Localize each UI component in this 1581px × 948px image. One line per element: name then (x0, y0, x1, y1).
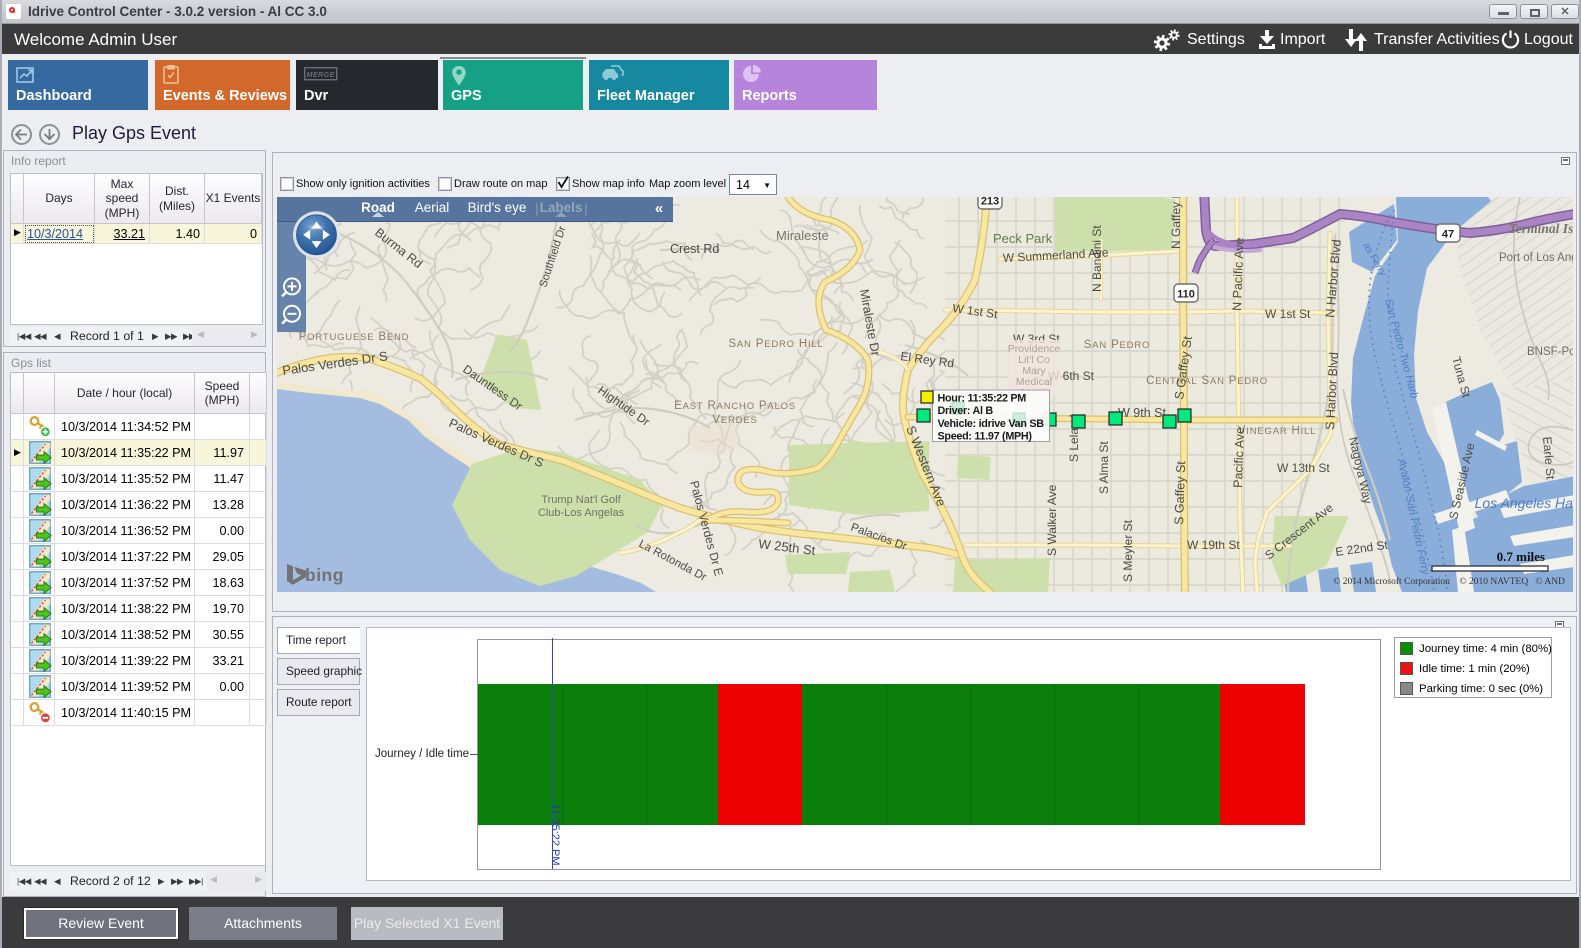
svg-text:VERDES: VERDES (712, 414, 757, 426)
svg-text:N Bandini St: N Bandini St (1090, 225, 1104, 292)
svg-text:213: 213 (981, 197, 999, 208)
svg-text:CENTRAL SAN PEDRO: CENTRAL SAN PEDRO (1146, 375, 1268, 387)
svg-text:Terminal Isl: Terminal Isl (1509, 221, 1573, 236)
svg-text:|: | (584, 201, 587, 216)
svg-text:47: 47 (1442, 229, 1454, 241)
svg-text:W 13th St: W 13th St (1277, 461, 1330, 475)
svg-text:Trump Nat'l Golf: Trump Nat'l Golf (541, 494, 621, 506)
svg-text:N Pacific Ave: N Pacific Ave (1230, 237, 1247, 311)
svg-text:SAN PEDRO HILL: SAN PEDRO HILL (728, 338, 823, 350)
svg-text:Bird's eye: Bird's eye (468, 200, 527, 215)
svg-text:Vehicle: idrive Van SB: Vehicle: idrive Van SB (938, 418, 1045, 430)
svg-text:bing: bing (305, 565, 344, 585)
svg-text:S Gaffey St: S Gaffey St (1172, 460, 1188, 525)
svg-text:Driver: Al B: Driver: Al B (938, 405, 994, 417)
svg-text:Hour: 11:35:22 PM: Hour: 11:35:22 PM (938, 393, 1027, 405)
svg-text:W 19th St: W 19th St (1187, 538, 1240, 552)
svg-text:Port of Los Angel: Port of Los Angel (1499, 252, 1573, 264)
svg-text:S Alma St: S Alma St (1097, 441, 1111, 494)
svg-text:W 1st St: W 1st St (1265, 307, 1311, 321)
svg-text:Peck Park: Peck Park (993, 231, 1053, 246)
svg-text:VINEGAR HILL: VINEGAR HILL (1238, 425, 1316, 437)
svg-text:S Walker Ave: S Walker Ave (1045, 484, 1059, 556)
svg-text:W 9th St: W 9th St (1118, 406, 1166, 420)
svg-text:N Gaffey Pl: N Gaffey Pl (1169, 197, 1183, 249)
svg-text:Aerial: Aerial (415, 200, 450, 215)
svg-text:© 2014 Microsoft Corporation: © 2014 Microsoft Corporation © 2010 NAVT… (1333, 576, 1565, 587)
svg-text:SAN PEDRO: SAN PEDRO (1084, 339, 1150, 351)
svg-text:EAST RANCHO PALOS: EAST RANCHO PALOS (674, 400, 796, 412)
svg-text:S Meyler St: S Meyler St (1121, 519, 1135, 582)
svg-text:|: | (535, 201, 538, 216)
svg-text:110: 110 (1177, 289, 1195, 301)
svg-text:Los Angeles Harb: Los Angeles Harb (1475, 495, 1573, 511)
svg-text:Pacific Ave: Pacific Ave (1231, 427, 1247, 488)
svg-text:Miraleste: Miraleste (776, 228, 829, 243)
svg-text:0.7 miles: 0.7 miles (1497, 549, 1545, 564)
svg-text:Club-Los Angelas: Club-Los Angelas (538, 507, 625, 519)
svg-text:PORTUGUESE BEND: PORTUGUESE BEND (299, 331, 410, 343)
svg-text:Speed: 11.97 (MPH): Speed: 11.97 (MPH) (938, 431, 1033, 443)
svg-text:MERGE: MERGE (307, 72, 335, 79)
svg-text:Crest Rd: Crest Rd (670, 242, 719, 256)
svg-text:BNSF-Port: BNSF-Port (1527, 346, 1573, 358)
svg-text:«: « (655, 200, 663, 217)
